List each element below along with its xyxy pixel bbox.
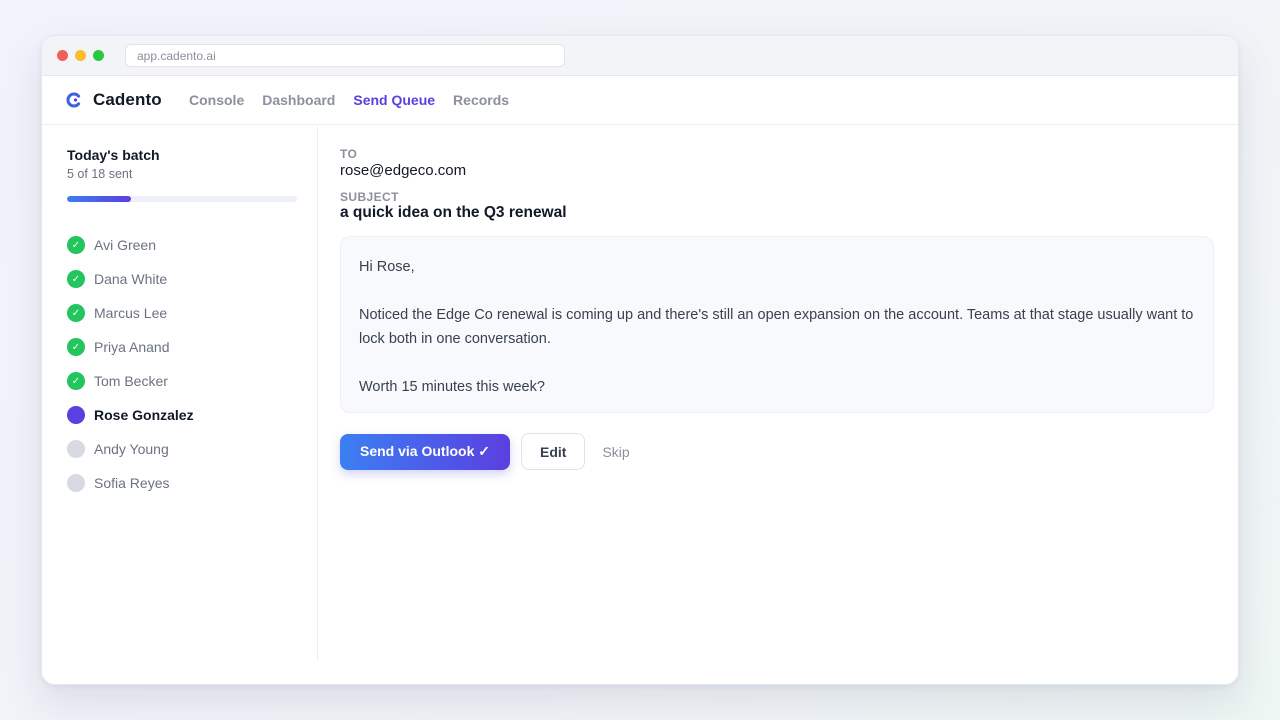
contact-item[interactable]: ✓ Tom Becker (67, 364, 194, 398)
skip-button[interactable]: Skip (602, 444, 629, 460)
email-subject: a quick idea on the Q3 renewal (340, 204, 567, 221)
email-body: Hi Rose, Noticed the Edge Co renewal is … (340, 236, 1214, 413)
app-name: Cadento (93, 90, 162, 109)
recipient-email: rose@edgeco.com (340, 162, 467, 179)
check-icon: ✓ (67, 236, 85, 254)
check-icon: ✓ (67, 270, 85, 288)
contact-name: Avi Green (94, 237, 156, 253)
contact-item[interactable]: ✓ Dana White (67, 262, 194, 296)
contact-item[interactable]: ✓ Priya Anand (67, 330, 194, 364)
contact-item[interactable]: Sofia Reyes (67, 466, 194, 500)
batch-title: Today's batch (67, 147, 160, 163)
contact-name: Priya Anand (94, 339, 170, 355)
app-header: Cadento Console Dashboard Send Queue Rec… (42, 76, 1238, 125)
browser-titlebar: app.cadento.ai (42, 36, 1238, 76)
email-paragraph: Worth 15 minutes this week? (359, 379, 545, 395)
batch-sidebar: Today's batch 5 of 18 sent ✓ Avi Green ✓… (42, 126, 318, 660)
contact-item[interactable]: Andy Young (67, 432, 194, 466)
nav-console[interactable]: Console (189, 92, 244, 108)
nav-records[interactable]: Records (453, 92, 509, 108)
contact-name: Sofia Reyes (94, 475, 170, 491)
contact-list: ✓ Avi Green ✓ Dana White ✓ Marcus Lee ✓ … (67, 228, 194, 500)
email-greeting: Hi Rose, (359, 259, 415, 275)
email-paragraph: Noticed the Edge Co renewal is coming up… (359, 307, 1194, 347)
check-icon: ✓ (67, 304, 85, 322)
contact-name: Marcus Lee (94, 305, 168, 321)
contact-item[interactable]: ✓ Avi Green (67, 228, 194, 262)
close-window-button[interactable] (57, 50, 68, 61)
contact-name: Rose Gonzalez (94, 407, 194, 423)
current-status-dot-icon (67, 406, 85, 424)
edit-button[interactable]: Edit (520, 433, 586, 470)
nav-dashboard[interactable]: Dashboard (262, 92, 335, 108)
address-bar[interactable]: app.cadento.ai (125, 44, 565, 67)
batch-count: 5 of 18 sent (67, 167, 133, 181)
email-preview: TO rose@edgeco.com SUBJECT a quick idea … (340, 126, 1214, 660)
send-via-outlook-button[interactable]: Send via Outlook ✓ (340, 433, 510, 470)
check-icon: ✓ (67, 372, 85, 390)
pending-status-dot-icon (67, 440, 85, 458)
to-label: TO (340, 147, 358, 161)
email-actions: Send via Outlook ✓ Edit Skip (340, 433, 630, 470)
pending-status-dot-icon (67, 474, 85, 492)
contact-item-current[interactable]: Rose Gonzalez (67, 398, 194, 432)
contact-name: Tom Becker (94, 373, 168, 389)
contact-name: Dana White (94, 271, 168, 287)
check-icon: ✓ (67, 338, 85, 356)
cadento-logo-icon (66, 92, 81, 108)
contact-item[interactable]: ✓ Marcus Lee (67, 296, 194, 330)
minimize-window-button[interactable] (75, 50, 86, 61)
contact-name: Andy Young (94, 441, 169, 457)
subject-label: SUBJECT (340, 190, 399, 204)
batch-progress-fill (67, 196, 131, 202)
main-nav: Console Dashboard Send Queue Records (189, 92, 509, 108)
batch-progress-bar (67, 196, 297, 202)
maximize-window-button[interactable] (93, 50, 104, 61)
browser-window: app.cadento.ai Cadento Console Dashboard… (41, 35, 1239, 685)
nav-send-queue[interactable]: Send Queue (353, 92, 435, 108)
